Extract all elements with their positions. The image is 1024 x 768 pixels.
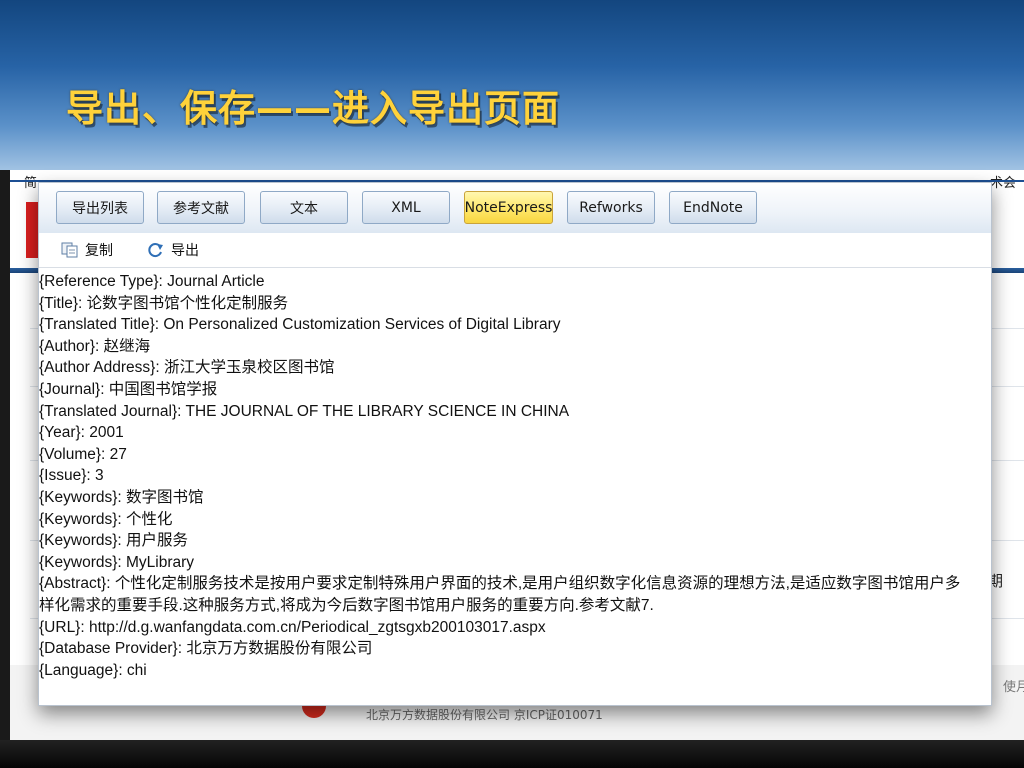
- record-line: {Keywords}: 用户服务: [39, 532, 189, 550]
- record-line: {Author Address}: 浙江大学玉泉校区图书馆: [39, 359, 335, 377]
- record-line: {Language}: chi: [39, 661, 147, 679]
- record-line: {Translated Journal}: THE JOURNAL OF THE…: [39, 402, 570, 420]
- record-line: {Database Provider}: 北京万方数据股份有限公司: [39, 640, 373, 658]
- dialog-actions-bar: 复制 导出: [39, 233, 991, 268]
- record-line: {Translated Title}: On Personalized Cust…: [39, 316, 561, 334]
- bg-footer-text: 北京万方数据股份有限公司 京ICP证010071: [366, 708, 603, 722]
- record-line: {Keywords}: 个性化: [39, 510, 173, 528]
- slide: 导出、保存——进入导出页面 简 术会 期 使月 北京万方数据股份有限公司 京IC…: [0, 0, 1024, 768]
- record-line: {Volume}: 27: [39, 445, 127, 463]
- export-record-text: {Reference Type}: Journal Article {Title…: [39, 271, 991, 705]
- record-line: {Reference Type}: Journal Article: [39, 273, 265, 290]
- record-line: {Keywords}: MyLibrary: [39, 553, 195, 571]
- record-line: {Year}: 2001: [39, 424, 124, 442]
- format-button-text[interactable]: 文本: [260, 191, 348, 224]
- format-button-export-list[interactable]: 导出列表: [56, 191, 144, 224]
- record-line: {Author}: 赵继海: [39, 337, 151, 355]
- format-button-xml[interactable]: XML: [362, 191, 450, 224]
- format-button-endnote[interactable]: EndNote: [669, 191, 757, 224]
- export-label: 导出: [171, 243, 199, 259]
- slide-bottom-band: [0, 740, 1024, 768]
- record-line-abstract: {Abstract}: 个性化定制服务技术是按用户要求定制特殊用户界面的技术,是…: [39, 575, 961, 614]
- record-line-url: {URL}: http://d.g.wanfangdata.com.cn/Per…: [39, 618, 546, 636]
- record-line: {Keywords}: 数字图书馆: [39, 488, 204, 506]
- format-button-refworks[interactable]: Refworks: [567, 191, 655, 224]
- record-line: {Issue}: 3: [39, 467, 104, 485]
- copy-button[interactable]: 复制: [61, 239, 113, 261]
- format-button-references[interactable]: 参考文献: [157, 191, 245, 224]
- record-line: {Journal}: 中国图书馆学报: [39, 380, 218, 398]
- export-button[interactable]: 导出: [147, 239, 199, 261]
- format-button-noteexpress[interactable]: NoteExpress: [464, 191, 553, 224]
- record-line: {Title}: 论数字图书馆个性化定制服务: [39, 294, 289, 312]
- copy-icon: [61, 242, 78, 258]
- page-left-edge: [0, 170, 10, 740]
- bg-right-edge-text: 使月: [1003, 680, 1024, 695]
- format-toolbar: 导出列表 参考文献 文本 XML NoteExpress Refworks En…: [39, 183, 991, 233]
- copy-label: 复制: [85, 243, 113, 259]
- slide-title: 导出、保存——进入导出页面: [66, 87, 560, 130]
- export-icon: [148, 243, 163, 258]
- export-dialog: 导出列表 参考文献 文本 XML NoteExpress Refworks En…: [38, 182, 992, 706]
